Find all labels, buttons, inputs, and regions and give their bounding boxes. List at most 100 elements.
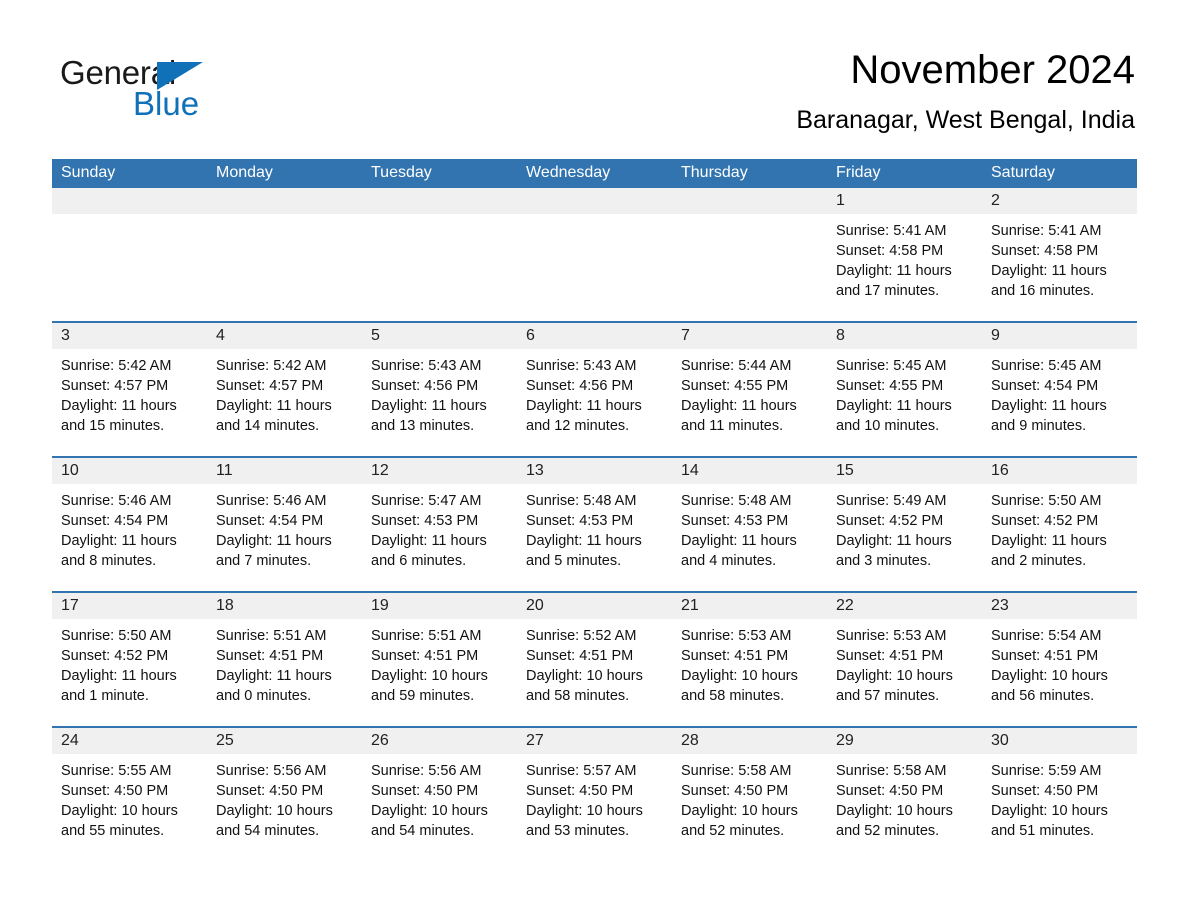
day-number: 19 [362,593,517,619]
calendar-day-cell[interactable]: 3 Sunrise: 5:42 AM Sunset: 4:57 PM Daylight… [52,321,207,457]
calendar-day-cell[interactable]: 28 Sunrise: 5:58 AM Sunset: 4:50 PM Dayligh… [672,726,827,861]
day-number: 4 [207,323,362,349]
sunset-text: Sunset: 4:54 PM [216,513,324,529]
day-details: Sunrise: 5:53 AM Sunset: 4:51 PM Daylight:… [827,619,982,706]
daylight-text: Daylight: 11 hours and 4 minutes. [681,533,797,569]
weekday-header-sunday: Sunday [52,159,207,188]
calendar-day-cell[interactable]: 12 Sunrise: 5:47 AM Sunset: 4:53 PM Dayligh… [362,456,517,592]
calendar-day-cell[interactable]: 21 Sunrise: 5:53 AM Sunset: 4:51 PM Dayligh… [672,591,827,727]
calendar-day-cell[interactable]: 1 Sunrise: 5:41 AM Sunset: 4:58 PM Daylight… [827,188,982,322]
calendar-day-cell[interactable]: 24 Sunrise: 5:55 AM Sunset: 4:50 PM Dayligh… [52,726,207,861]
day-details: Sunrise: 5:42 AM Sunset: 4:57 PM Daylight:… [52,349,207,436]
day-details: Sunrise: 5:48 AM Sunset: 4:53 PM Daylight:… [672,484,827,571]
calendar-day-cell[interactable]: 17 Sunrise: 5:50 AM Sunset: 4:52 PM Dayligh… [52,591,207,727]
daylight-text: Daylight: 11 hours and 2 minutes. [991,533,1107,569]
calendar-day-cell[interactable]: 18 Sunrise: 5:51 AM Sunset: 4:51 PM Dayligh… [207,591,362,727]
sunset-text: Sunset: 4:51 PM [836,648,944,664]
day-details: Sunrise: 5:52 AM Sunset: 4:51 PM Daylight:… [517,619,672,706]
day-number: 30 [982,728,1137,754]
page-title: November 2024 [850,48,1135,92]
calendar-day-cell[interactable]: 27 Sunrise: 5:57 AM Sunset: 4:50 PM Dayligh… [517,726,672,861]
day-number [517,188,672,214]
daylight-text: Daylight: 10 hours and 57 minutes. [836,668,953,704]
day-details: Sunrise: 5:45 AM Sunset: 4:54 PM Daylight:… [982,349,1137,436]
calendar-day-cell[interactable]: 10 Sunrise: 5:46 AM Sunset: 4:54 PM Dayligh… [52,456,207,592]
daylight-text: Daylight: 11 hours and 6 minutes. [371,533,487,569]
day-details: Sunrise: 5:54 AM Sunset: 4:51 PM Daylight:… [982,619,1137,706]
calendar-day-cell[interactable]: 7 Sunrise: 5:44 AM Sunset: 4:55 PM Daylight… [672,321,827,457]
calendar-day-cell[interactable]: 6 Sunrise: 5:43 AM Sunset: 4:56 PM Daylight… [517,321,672,457]
calendar-day-cell[interactable]: 2 Sunrise: 5:41 AM Sunset: 4:58 PM Daylight… [982,188,1137,322]
day-number [52,188,207,214]
day-details: Sunrise: 5:49 AM Sunset: 4:52 PM Daylight:… [827,484,982,571]
day-details: Sunrise: 5:42 AM Sunset: 4:57 PM Daylight:… [207,349,362,436]
sunset-text: Sunset: 4:58 PM [991,243,1099,259]
calendar-day-cell-empty [362,188,517,322]
daylight-text: Daylight: 11 hours and 15 minutes. [61,398,177,434]
day-details: Sunrise: 5:43 AM Sunset: 4:56 PM Daylight:… [517,349,672,436]
sunset-text: Sunset: 4:52 PM [836,513,944,529]
day-details: Sunrise: 5:50 AM Sunset: 4:52 PM Daylight:… [982,484,1137,571]
calendar-day-cell[interactable]: 14 Sunrise: 5:48 AM Sunset: 4:53 PM Dayligh… [672,456,827,592]
daylight-text: Daylight: 10 hours and 54 minutes. [371,803,488,839]
calendar-day-cell[interactable]: 11 Sunrise: 5:46 AM Sunset: 4:54 PM Dayligh… [207,456,362,592]
calendar-day-cell[interactable]: 23 Sunrise: 5:54 AM Sunset: 4:51 PM Dayligh… [982,591,1137,727]
calendar-day-cell[interactable]: 13 Sunrise: 5:48 AM Sunset: 4:53 PM Dayligh… [517,456,672,592]
calendar-day-cell[interactable]: 30 Sunrise: 5:59 AM Sunset: 4:50 PM Dayligh… [982,726,1137,861]
sunrise-text: Sunrise: 5:45 AM [991,358,1102,374]
calendar-week-row: 24 Sunrise: 5:55 AM Sunset: 4:50 PM Dayligh… [52,726,1137,861]
sunrise-text: Sunrise: 5:58 AM [836,763,947,779]
daylight-text: Daylight: 10 hours and 52 minutes. [836,803,953,839]
calendar-day-cell-empty [52,188,207,322]
daylight-text: Daylight: 10 hours and 54 minutes. [216,803,333,839]
calendar-header-row: Sunday Monday Tuesday Wednesday Thursday… [52,159,1137,188]
calendar-day-cell[interactable]: 20 Sunrise: 5:52 AM Sunset: 4:51 PM Dayligh… [517,591,672,727]
calendar-day-cell[interactable]: 8 Sunrise: 5:45 AM Sunset: 4:55 PM Daylight… [827,321,982,457]
calendar-week-row: 3 Sunrise: 5:42 AM Sunset: 4:57 PM Daylight… [52,321,1137,457]
sunset-text: Sunset: 4:55 PM [681,378,789,394]
calendar-day-cell[interactable]: 15 Sunrise: 5:49 AM Sunset: 4:52 PM Dayligh… [827,456,982,592]
weekday-header-tuesday: Tuesday [362,159,517,188]
day-number: 15 [827,458,982,484]
sunrise-text: Sunrise: 5:53 AM [836,628,947,644]
calendar-day-cell[interactable]: 25 Sunrise: 5:56 AM Sunset: 4:50 PM Dayligh… [207,726,362,861]
sunrise-text: Sunrise: 5:59 AM [991,763,1102,779]
day-number: 16 [982,458,1137,484]
sunrise-text: Sunrise: 5:53 AM [681,628,792,644]
day-number: 21 [672,593,827,619]
daylight-text: Daylight: 11 hours and 12 minutes. [526,398,642,434]
calendar-day-cell[interactable]: 26 Sunrise: 5:56 AM Sunset: 4:50 PM Dayligh… [362,726,517,861]
calendar-day-cell-empty [672,188,827,322]
sunset-text: Sunset: 4:50 PM [681,783,789,799]
daylight-text: Daylight: 11 hours and 5 minutes. [526,533,642,569]
sunrise-text: Sunrise: 5:58 AM [681,763,792,779]
calendar-day-cell[interactable]: 22 Sunrise: 5:53 AM Sunset: 4:51 PM Dayligh… [827,591,982,727]
sunset-text: Sunset: 4:56 PM [371,378,479,394]
calendar-day-cell[interactable]: 4 Sunrise: 5:42 AM Sunset: 4:57 PM Daylight… [207,321,362,457]
calendar-week-row: 10 Sunrise: 5:46 AM Sunset: 4:54 PM Dayligh… [52,456,1137,592]
day-number: 28 [672,728,827,754]
day-details: Sunrise: 5:56 AM Sunset: 4:50 PM Daylight:… [362,754,517,841]
calendar-day-cell[interactable]: 16 Sunrise: 5:50 AM Sunset: 4:52 PM Dayligh… [982,456,1137,592]
day-details: Sunrise: 5:57 AM Sunset: 4:50 PM Daylight:… [517,754,672,841]
calendar-day-cell[interactable]: 19 Sunrise: 5:51 AM Sunset: 4:51 PM Dayligh… [362,591,517,727]
day-details: Sunrise: 5:56 AM Sunset: 4:50 PM Daylight:… [207,754,362,841]
sunset-text: Sunset: 4:51 PM [371,648,479,664]
day-number: 24 [52,728,207,754]
day-details: Sunrise: 5:47 AM Sunset: 4:53 PM Daylight:… [362,484,517,571]
daylight-text: Daylight: 11 hours and 14 minutes. [216,398,332,434]
day-number: 22 [827,593,982,619]
sunset-text: Sunset: 4:57 PM [216,378,324,394]
calendar-day-cell[interactable]: 9 Sunrise: 5:45 AM Sunset: 4:54 PM Daylight… [982,321,1137,457]
day-number: 6 [517,323,672,349]
calendar-day-cell[interactable]: 29 Sunrise: 5:58 AM Sunset: 4:50 PM Dayligh… [827,726,982,861]
calendar-table: Sunday Monday Tuesday Wednesday Thursday… [52,159,1137,861]
day-number: 2 [982,188,1137,214]
daylight-text: Daylight: 10 hours and 53 minutes. [526,803,643,839]
day-number: 17 [52,593,207,619]
sunset-text: Sunset: 4:54 PM [991,378,1099,394]
general-blue-logo[interactable]: General Blue [60,54,260,128]
calendar-day-cell[interactable]: 5 Sunrise: 5:43 AM Sunset: 4:56 PM Daylight… [362,321,517,457]
sunrise-text: Sunrise: 5:56 AM [371,763,482,779]
daylight-text: Daylight: 11 hours and 1 minute. [61,668,177,704]
